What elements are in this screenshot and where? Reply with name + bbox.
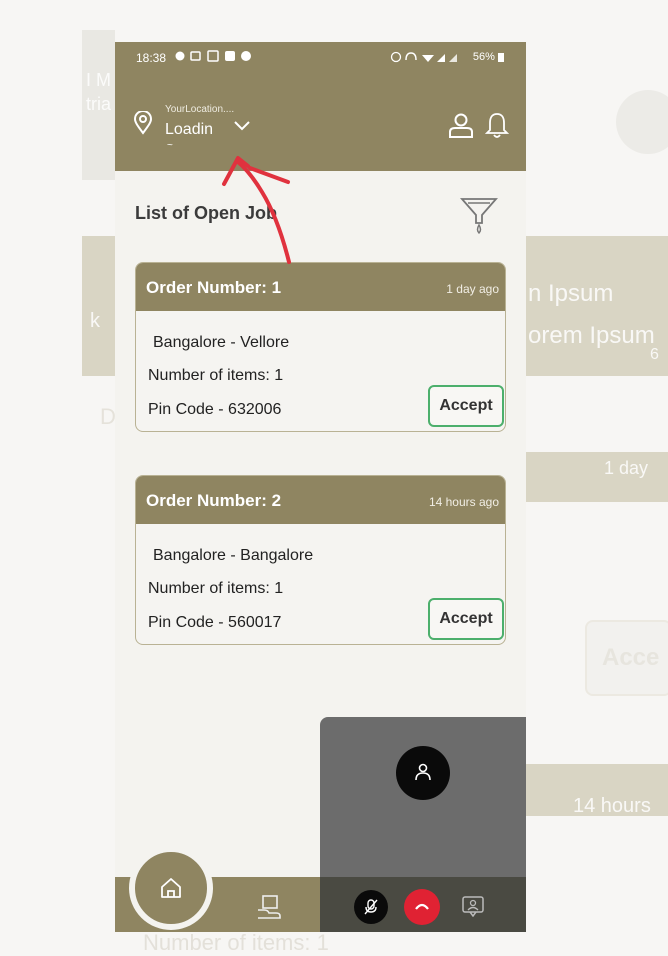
bell-icon[interactable] — [485, 111, 509, 139]
phone-screen: 18:38 56% YourLocation.... Loadin ~ List… — [115, 42, 526, 932]
call-overlay — [320, 717, 526, 932]
order-items: Number of items: 1 — [148, 367, 284, 384]
bg-fragment-3: k — [90, 310, 100, 332]
order-route: Bangalore - Vellore — [153, 334, 290, 351]
person-icon — [415, 763, 431, 781]
notification-icons — [175, 50, 251, 62]
mute-button[interactable] — [354, 890, 388, 924]
bg-banner-left — [82, 236, 115, 376]
bg-fragment-7: D — [100, 404, 116, 429]
box-hand-icon[interactable] — [256, 894, 282, 920]
app-header: 18:38 56% YourLocation.... Loadin ~ — [115, 42, 526, 171]
order-card-header: Order Number: 2 14 hours ago — [136, 476, 505, 524]
bg-fragment-4: n Ipsum — [528, 280, 614, 307]
system-icons — [390, 51, 457, 63]
order-route: Bangalore - Bangalore — [153, 547, 314, 564]
order-number: Order Number: 1 — [146, 278, 282, 297]
order-time-ago: 14 hours ago — [428, 495, 499, 509]
status-bar: 18:38 56% — [115, 42, 526, 70]
filter-icon[interactable] — [460, 195, 498, 235]
location-pin-icon[interactable] — [133, 111, 153, 135]
location-label: YourLocation.... — [165, 104, 235, 115]
order-items: Number of items: 1 — [148, 580, 284, 597]
status-notification-icons — [175, 50, 265, 65]
order-card-header: Order Number: 1 1 day ago — [136, 263, 505, 311]
bg-fragment-2: tria — [86, 94, 112, 114]
battery-icon — [498, 53, 504, 63]
bg-fragment-6: 6 — [650, 346, 659, 363]
bg-fragment-11: Number of items: 1 — [143, 930, 329, 955]
bg-fragment-1: I M — [86, 70, 111, 90]
page-title: List of Open Job — [135, 203, 277, 223]
bg-fragment-5: orem Ipsum — [528, 322, 655, 349]
home-button[interactable] — [129, 846, 213, 930]
mute-mic-icon — [364, 899, 378, 915]
location-sub: ~ — [167, 140, 173, 151]
chevron-down-icon[interactable] — [233, 120, 251, 132]
end-call-icon — [415, 903, 429, 910]
chat-person-icon[interactable] — [461, 895, 485, 917]
call-avatar[interactable] — [396, 746, 450, 800]
accept-button[interactable]: Accept — [428, 598, 504, 640]
home-icon — [161, 878, 181, 898]
order-time-ago: 1 day ago — [446, 282, 499, 296]
end-call-button[interactable] — [404, 889, 440, 925]
order-card: Order Number: 1 1 day ago Bangalore - Ve… — [135, 262, 506, 432]
call-controls — [320, 877, 526, 932]
order-number: Order Number: 2 — [146, 491, 282, 510]
status-time: 18:38 — [136, 51, 167, 65]
bg-fragment-9: Acce — [602, 644, 660, 671]
status-system-icons: 56% — [390, 51, 504, 63]
bg-fragment-8: 1 day — [604, 458, 649, 478]
order-pin-code: Pin Code - 632006 — [148, 401, 282, 418]
bg-send-button — [616, 90, 668, 154]
bg-fragment-10: 14 hours — [573, 795, 651, 817]
user-icon[interactable] — [448, 112, 474, 138]
order-card: Order Number: 2 14 hours ago Bangalore -… — [135, 475, 506, 645]
accept-button[interactable]: Accept — [428, 385, 504, 427]
location-value[interactable]: Loadin — [165, 121, 213, 139]
battery-percent: 56% — [472, 51, 495, 63]
order-pin-code: Pin Code - 560017 — [148, 614, 282, 631]
